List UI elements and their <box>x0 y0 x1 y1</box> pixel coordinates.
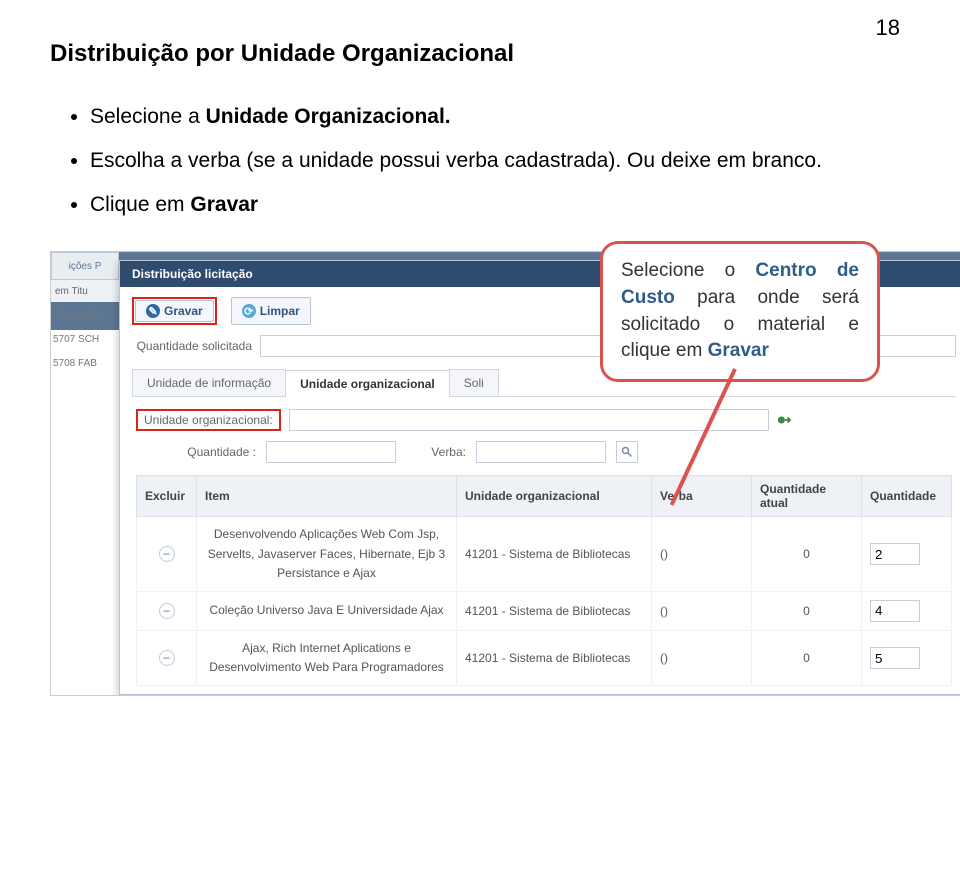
verba-label: Verba: <box>406 445 466 459</box>
table-row: − Coleção Universo Java E Universidade A… <box>137 591 952 630</box>
bg-header-fragment: em Titu <box>51 280 119 302</box>
instruction-1-text: Selecione a <box>90 105 206 128</box>
qty-input[interactable] <box>870 600 920 622</box>
callout-text-1: Selecione o <box>621 260 755 281</box>
cell-verba: () <box>652 591 752 630</box>
col-uo: Unidade organizacional <box>457 476 652 517</box>
cell-qatual: 0 <box>752 630 862 685</box>
quantidade-input[interactable] <box>266 441 396 463</box>
verba-search-button[interactable] <box>616 441 638 463</box>
cell-item: Ajax, Rich Internet Aplications e Desenv… <box>197 630 457 685</box>
bg-row-3: 5708 FAB <box>51 352 119 374</box>
limpar-button[interactable]: ⟳ Limpar <box>231 297 311 325</box>
col-verba: Verba <box>652 476 752 517</box>
bg-tab-fragment: ições P <box>51 252 119 280</box>
highlight-uo-label: Unidade organizacional: <box>136 409 281 431</box>
cell-qatual: 0 <box>752 517 862 592</box>
qty-input[interactable] <box>870 543 920 565</box>
tab-unidade-organizacional[interactable]: Unidade organizacional <box>285 370 450 397</box>
col-excluir: Excluir <box>137 476 197 517</box>
quantidade-label: Quantidade : <box>136 445 256 459</box>
distribution-table: Excluir Item Unidade organizacional Verb… <box>136 475 952 686</box>
tab-unidade-informacao[interactable]: Unidade de informação <box>132 369 286 396</box>
callout-bubble: Selecione o Centro de Custo para onde se… <box>600 241 880 381</box>
instruction-1: Selecione a Unidade Organizacional. <box>90 98 910 136</box>
gravar-button[interactable]: ✎ Gravar <box>135 300 214 322</box>
delete-row-button[interactable]: − <box>159 546 175 562</box>
instruction-1-bold: Unidade Organizacional. <box>206 105 451 128</box>
highlight-gravar: ✎ Gravar <box>132 297 217 325</box>
page-title: Distribuição por Unidade Organizacional <box>50 40 910 68</box>
bg-row-1: 5706 NEU <box>51 304 119 326</box>
qty-input[interactable] <box>870 647 920 669</box>
instruction-list: Selecione a Unidade Organizacional. Esco… <box>50 98 910 223</box>
unidade-organizacional-input[interactable] <box>289 409 769 431</box>
limpar-label: Limpar <box>260 304 300 318</box>
instruction-3: Clique em Gravar <box>90 186 910 224</box>
col-item: Item <box>197 476 457 517</box>
cell-verba: () <box>652 517 752 592</box>
tab-solicitante[interactable]: Soli <box>449 369 499 396</box>
cell-item: Desenvolvendo Aplicações Web Com Jsp, Se… <box>197 517 457 592</box>
page-number: 18 <box>876 15 900 41</box>
lookup-arrow-icon[interactable] <box>777 413 791 427</box>
gravar-label: Gravar <box>164 304 203 318</box>
delete-row-button[interactable]: − <box>159 650 175 666</box>
qty-solicitada-label: Quantidade solicitada <box>132 339 252 353</box>
cell-item: Coleção Universo Java E Universidade Aja… <box>197 591 457 630</box>
cell-qatual: 0 <box>752 591 862 630</box>
bg-row-2: 5707 SCH <box>51 328 119 350</box>
callout-bold-2: Gravar <box>708 340 769 361</box>
save-icon: ✎ <box>146 304 160 318</box>
table-row: − Ajax, Rich Internet Aplications e Dese… <box>137 630 952 685</box>
instruction-3-bold: Gravar <box>190 193 258 216</box>
cell-uo: 41201 - Sistema de Bibliotecas <box>457 630 652 685</box>
cell-uo: 41201 - Sistema de Bibliotecas <box>457 591 652 630</box>
col-qatual: Quantidade atual <box>752 476 862 517</box>
delete-row-button[interactable]: − <box>159 603 175 619</box>
instruction-2: Escolha a verba (se a unidade possui ver… <box>90 142 910 180</box>
instruction-3-text: Clique em <box>90 193 190 216</box>
table-row: − Desenvolvendo Aplicações Web Com Jsp, … <box>137 517 952 592</box>
verba-input[interactable] <box>476 441 606 463</box>
col-qtd: Quantidade <box>862 476 952 517</box>
search-icon <box>621 446 633 458</box>
clear-icon: ⟳ <box>242 304 256 318</box>
cell-verba: () <box>652 630 752 685</box>
cell-uo: 41201 - Sistema de Bibliotecas <box>457 517 652 592</box>
